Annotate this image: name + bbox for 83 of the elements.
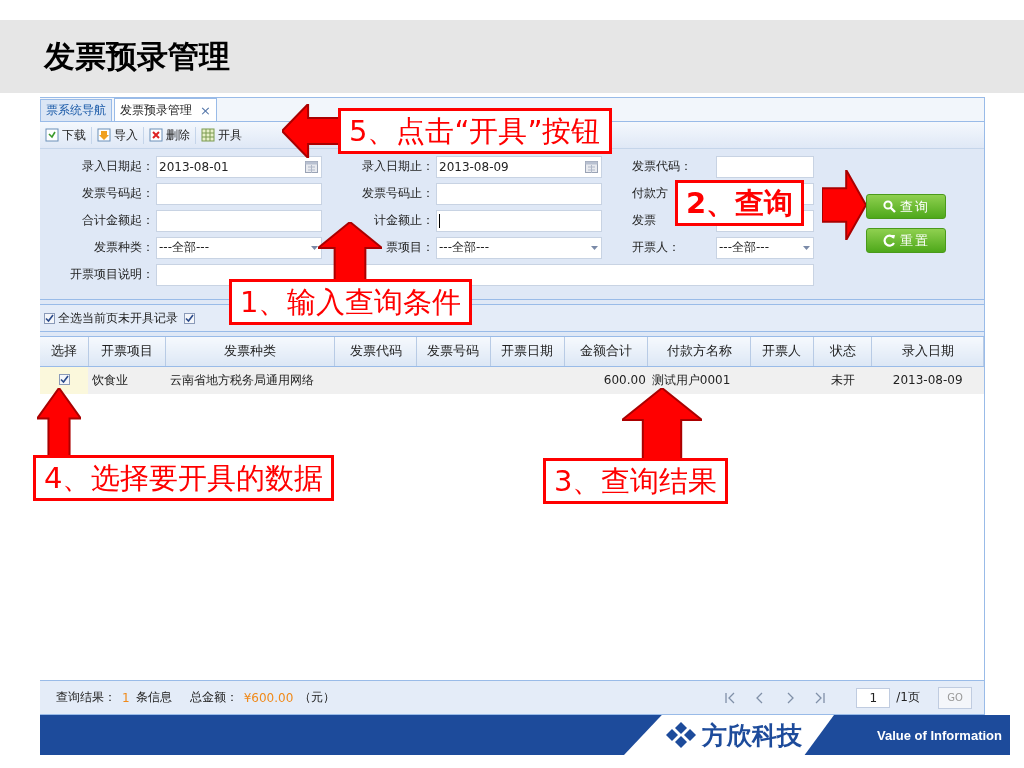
field-label: 发票号码止： — [361, 185, 435, 202]
document-check-icon — [45, 128, 59, 142]
search-icon — [882, 200, 896, 213]
input-field[interactable] — [436, 209, 602, 232]
caret-icon — [803, 245, 810, 250]
total-unit: （元） — [299, 689, 336, 706]
caret-icon — [591, 245, 598, 250]
option-label: 全选当前页未开具记录 — [58, 309, 178, 327]
slide-title: 发票预录管理 — [44, 36, 230, 76]
result-unit: 条信息 — [135, 689, 172, 706]
refresh-icon — [882, 234, 896, 247]
field-label: 开票人： — [632, 239, 681, 256]
callout-tooltip: 4、选择要开具的数据 — [33, 455, 335, 501]
table-cell: 600.00 — [564, 366, 648, 394]
field-label: 票项目： — [385, 239, 435, 256]
input-field[interactable] — [436, 182, 602, 205]
input-field[interactable] — [716, 155, 814, 178]
dropdown[interactable]: ---全部--- — [156, 236, 322, 259]
arrow-down-icon — [97, 128, 111, 142]
total-amount: ¥600.00 — [243, 690, 294, 705]
field-label: 发票 — [632, 212, 657, 229]
column-header[interactable]: 发票号码 — [416, 337, 491, 366]
checkbox[interactable] — [58, 374, 70, 386]
date-field[interactable]: 2013-08-01 — [156, 155, 322, 178]
dropdown[interactable]: ---全部--- — [716, 236, 814, 259]
tab[interactable]: 票系统导航 — [40, 99, 112, 121]
field-label: 录入日期止： — [361, 158, 435, 175]
input-field[interactable] — [156, 209, 322, 232]
column-header[interactable]: 状态 — [813, 337, 872, 366]
field-label: 合计金额起： — [81, 212, 155, 229]
field-label: 发票种类： — [93, 239, 155, 256]
callout-arrow — [37, 388, 81, 456]
field-label: 计金额止： — [373, 212, 435, 229]
caret-icon — [311, 245, 318, 250]
total-label: 总金额： — [189, 689, 238, 706]
field-label: 开票项目说明： — [69, 266, 155, 283]
column-header[interactable]: 发票种类 — [165, 337, 335, 366]
table-cell: 2013-08-09 — [871, 366, 984, 394]
close-icon[interactable]: × — [200, 102, 211, 118]
first-page-icon[interactable] — [724, 691, 737, 704]
tab[interactable]: 发票预录管理 × — [114, 98, 217, 121]
page-field[interactable]: 1 — [856, 687, 891, 708]
field-label: 付款方 — [632, 185, 669, 202]
toolbar-button[interactable]: 开具 — [196, 126, 247, 144]
field-label: 录入日期起： — [81, 158, 155, 175]
date-field[interactable]: 2013-08-09 — [436, 155, 602, 178]
checkbox[interactable] — [184, 312, 195, 324]
field-label: 发票号码起： — [81, 185, 155, 202]
tagline: Value of Information — [877, 727, 1002, 743]
toolbar-button[interactable]: 导入 — [92, 126, 144, 144]
result-count: 1 — [122, 690, 130, 705]
checkbox[interactable] — [44, 312, 55, 324]
toolbar-button[interactable]: 下载 — [40, 126, 92, 144]
last-page-icon[interactable] — [814, 691, 827, 704]
input-field[interactable] — [156, 182, 322, 205]
column-header[interactable]: 发票代码 — [334, 337, 417, 366]
column-header[interactable]: 录入日期 — [871, 337, 984, 366]
column-header[interactable]: 付款方名称 — [647, 337, 751, 366]
document-x-icon — [149, 128, 163, 142]
grid-icon — [201, 128, 215, 142]
callout-tooltip: 3、查询结果 — [543, 458, 729, 504]
column-header[interactable]: 开票项目 — [88, 337, 166, 366]
brand-name: 方欣科技 — [702, 719, 802, 752]
table-cell: 饮食业 — [88, 366, 166, 394]
table-cell: 未开 — [813, 366, 872, 394]
table-cell: 云南省地方税务局通用网络 — [165, 366, 335, 394]
callout-tooltip: 5、点击“开具”按钮 — [338, 108, 612, 154]
dropdown[interactable]: ---全部--- — [436, 236, 602, 259]
result-label: 查询结果： — [56, 689, 116, 706]
column-header[interactable]: 选择 — [40, 337, 89, 366]
column-header[interactable]: 开票日期 — [490, 337, 565, 366]
callout-arrow — [822, 170, 866, 240]
page-total: /1页 — [896, 689, 920, 706]
calendar-icon — [585, 160, 598, 173]
field-label: 发票代码： — [632, 158, 693, 175]
column-header[interactable]: 金额合计 — [564, 337, 648, 366]
logo-icon — [666, 722, 696, 748]
callout-tooltip: 1、输入查询条件 — [229, 279, 473, 325]
callout-arrow — [282, 104, 340, 158]
callout-tooltip: 2、查询 — [675, 180, 805, 226]
calendar-icon — [305, 160, 318, 173]
toolbar-button[interactable]: 删除 — [144, 126, 196, 144]
column-header[interactable]: 开票人 — [750, 337, 814, 366]
